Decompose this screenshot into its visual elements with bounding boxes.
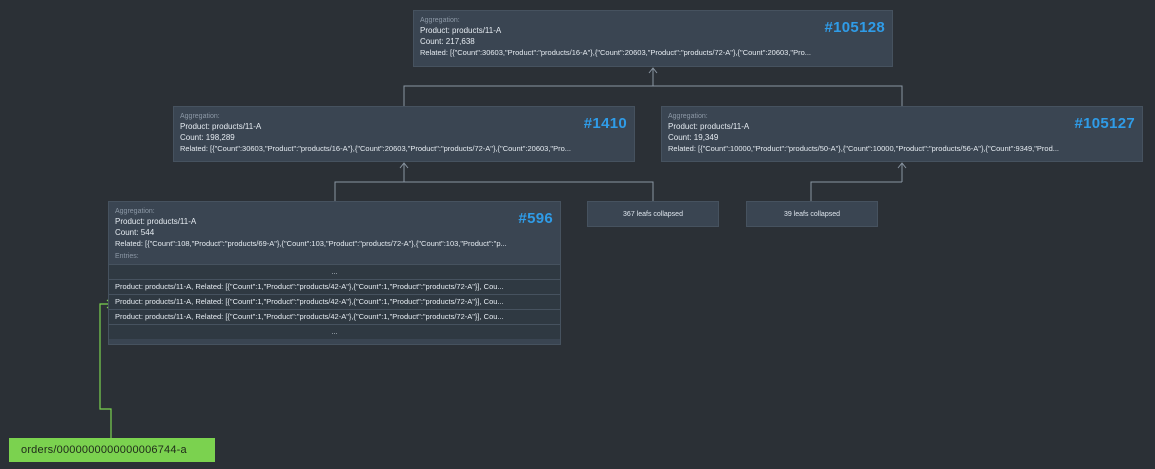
document-id: orders/0000000000000006744-a [21, 444, 187, 456]
node-related: Related: [{"Count":30603,"Product":"prod… [180, 144, 572, 153]
entries-header: Entries: [115, 253, 139, 260]
node-product: Product: products/11-A [420, 26, 502, 35]
node-related: Related: [{"Count":108,"Product":"produc… [115, 239, 507, 248]
collapsed-leafs-367[interactable]: 367 leafs collapsed [587, 201, 719, 227]
collapsed-leafs-39[interactable]: 39 leafs collapsed [746, 201, 878, 227]
node-product: Product: products/11-A [180, 122, 262, 131]
node-product: Product: products/11-A [115, 217, 197, 226]
node-id: #105127 [1074, 115, 1135, 132]
node-related: Related: [{"Count":10000,"Product":"prod… [668, 144, 1060, 153]
node-count: Count: 544 [115, 228, 155, 237]
node-count: Count: 217,638 [420, 37, 475, 46]
node-header: Aggregation: [420, 17, 460, 24]
node-1410[interactable]: Aggregation: Product: products/11-A Coun… [173, 106, 635, 162]
collapsed-label: 367 leafs collapsed [623, 210, 683, 218]
node-header: Aggregation: [180, 113, 220, 120]
list-item[interactable]: Product: products/11-A, Related: [{"Coun… [109, 280, 560, 295]
node-header: Aggregation: [115, 208, 155, 215]
node-id: #1410 [583, 115, 627, 132]
document-tag[interactable]: orders/0000000000000006744-a [9, 438, 215, 462]
entries-more-top[interactable]: ... [109, 265, 560, 280]
collapsed-label: 39 leafs collapsed [783, 210, 841, 218]
list-item[interactable]: Product: products/11-A, Related: [{"Coun… [109, 295, 560, 310]
node-id: #105128 [824, 19, 885, 36]
node-count: Count: 19,349 [668, 133, 719, 142]
node-596[interactable]: Aggregation: Product: products/11-A Coun… [108, 201, 561, 345]
node-id: #596 [518, 210, 553, 227]
node-count: Count: 198,289 [180, 133, 235, 142]
list-item[interactable]: Product: products/11-A, Related: [{"Coun… [109, 310, 560, 325]
entries-more-bottom[interactable]: ... [109, 325, 560, 339]
node-header: Aggregation: [668, 113, 708, 120]
node-product: Product: products/11-A [668, 122, 750, 131]
node-related: Related: [{"Count":30603,"Product":"prod… [420, 48, 812, 57]
node-105128[interactable]: Aggregation: Product: products/11-A Coun… [413, 10, 893, 67]
entries-list: ... Product: products/11-A, Related: [{"… [109, 264, 560, 339]
node-105127[interactable]: Aggregation: Product: products/11-A Coun… [661, 106, 1143, 162]
